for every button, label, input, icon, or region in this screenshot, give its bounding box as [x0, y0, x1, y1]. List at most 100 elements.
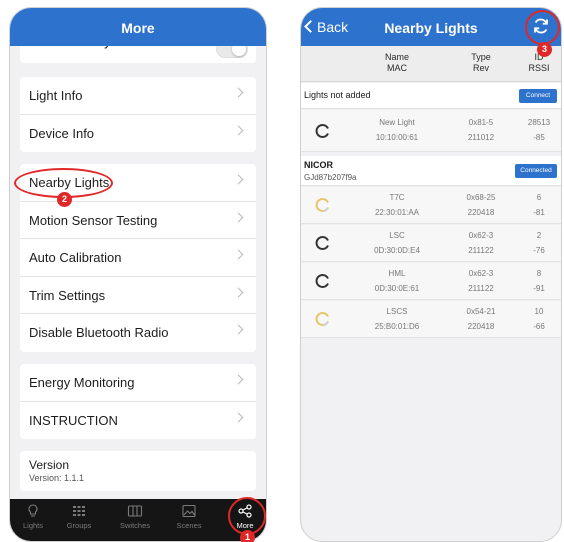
settings-group-info: Light Info Device Info	[20, 77, 256, 152]
row-disable-bluetooth-radio[interactable]: Disable Bluetooth Radio	[20, 314, 256, 352]
row-trim-settings[interactable]: Trim Settings	[20, 277, 256, 314]
loading-spinner-icon	[315, 312, 329, 326]
bulb-icon	[28, 504, 38, 517]
chevron-right-icon	[233, 324, 244, 335]
cell-rssi: -66	[533, 322, 545, 331]
chevron-right-icon	[233, 412, 244, 422]
section-subtitle: GJd87b207f9a	[304, 173, 357, 182]
chevron-right-icon	[233, 125, 244, 135]
table-row[interactable]: LSC 0D:30:0D:E4 0x62-3 211122 2 -76	[301, 225, 561, 262]
loading-spinner-icon	[315, 124, 329, 138]
cell-id: 28513	[527, 118, 551, 127]
table-row[interactable]: T7C 22:30:01:AA 0x68-25 220418 6 -81	[301, 187, 561, 224]
row-auto-calibration[interactable]: Auto Calibration	[20, 239, 256, 277]
cell-type: 0x62-3	[468, 231, 494, 240]
header-type-rev: Type Rev	[471, 52, 491, 73]
chevron-right-icon	[233, 87, 244, 98]
cell-mac: 22:30:01:AA	[374, 208, 420, 217]
cell-rev: 211122	[468, 284, 494, 293]
highlight-refresh-button	[525, 10, 560, 45]
row-label: Light Info	[29, 88, 83, 103]
cell-id: 6	[536, 193, 542, 202]
cell-mac: 25:B0:01:D6	[374, 322, 420, 331]
cell-rev: 211122	[468, 246, 494, 255]
cell-mac: 0D:30:0D:E4	[374, 246, 420, 255]
settings-group-misc: Energy Monitoring INSTRUCTION	[20, 364, 256, 439]
section-lights-not-added: Lights not added Connect	[301, 83, 561, 109]
step-badge-3: 3	[537, 42, 552, 57]
row-label: Device Info	[29, 125, 95, 141]
loading-spinner-icon	[315, 274, 329, 288]
table-row[interactable]: LSCS 25:B0:01:D6 0x54-21 220418 10 -66	[301, 301, 561, 338]
cell-name: LSC	[389, 231, 405, 240]
cell-id: 2	[536, 231, 542, 240]
chevron-right-icon	[233, 287, 244, 297]
switch-icon	[127, 505, 143, 517]
cell-rssi: -91	[533, 284, 545, 293]
cell-rev: 211012	[467, 133, 495, 142]
tab-lights[interactable]: Lights	[10, 503, 56, 530]
row-energy-monitoring[interactable]: Energy Monitoring	[20, 364, 256, 402]
version-card: Version Version: 1.1.1	[20, 451, 256, 491]
row-label: Motion Sensor Testing	[29, 212, 158, 228]
loading-spinner-icon	[315, 236, 329, 250]
chevron-right-icon	[233, 249, 244, 260]
cell-type: 0x62-3	[468, 269, 494, 278]
chevron-right-icon	[233, 174, 244, 185]
connect-button[interactable]: Connect	[519, 89, 557, 103]
row-label: INSTRUCTION	[29, 412, 118, 428]
tab-groups[interactable]: Groups	[56, 503, 102, 530]
section-title: Lights not added	[304, 90, 371, 100]
version-value: Version: 1.1.1	[29, 473, 85, 483]
cell-rssi: -85	[533, 133, 545, 142]
image-icon	[182, 504, 196, 518]
tab-label: Groups	[66, 521, 92, 530]
row-label: Trim Settings	[29, 287, 106, 303]
cell-rev: 220418	[467, 322, 495, 331]
nav-bar: Back Nearby Lights	[301, 8, 561, 46]
tab-switches[interactable]: Switches	[112, 503, 158, 530]
cell-mac: 0D:30:0E:61	[374, 284, 420, 293]
cell-type: 0x54-21	[466, 307, 496, 316]
step-badge-1: 1	[240, 530, 255, 542]
step-badge-2: 2	[57, 192, 72, 207]
version-title: Version	[29, 458, 70, 472]
tab-label: Scenes	[176, 521, 202, 530]
tab-scenes[interactable]: Scenes	[166, 503, 212, 530]
header-name-mac: Name MAC	[384, 52, 409, 73]
row-label: Auto Calibration	[29, 250, 122, 265]
row-light-info[interactable]: Light Info	[20, 77, 256, 115]
cell-name: New Light	[379, 118, 415, 127]
page-title: More	[121, 20, 155, 36]
tab-label: Switches	[119, 521, 150, 530]
nearby-lights-screen: Back Nearby Lights Name MAC Type Rev ID RSS…	[300, 7, 562, 542]
more-screen: More Circadian Rhythms Light Info Device…	[9, 7, 267, 542]
row-label: Energy Monitoring	[29, 375, 135, 390]
row-instruction[interactable]: INSTRUCTION	[20, 402, 256, 440]
chevron-right-icon	[233, 212, 244, 222]
row-device-info[interactable]: Device Info	[20, 115, 256, 153]
cell-rssi: -81	[533, 208, 545, 217]
cell-mac: 10:10:00:61	[375, 133, 419, 142]
tab-label: Lights	[22, 521, 43, 530]
row-motion-sensor-testing[interactable]: Motion Sensor Testing	[20, 202, 256, 239]
cell-id: 10	[534, 307, 544, 316]
row-label: Disable Bluetooth Radio	[29, 325, 169, 340]
cell-name: HML	[388, 269, 406, 278]
cell-id: 8	[536, 269, 542, 278]
page-title: Nearby Lights	[384, 20, 478, 36]
table-header: Name MAC Type Rev ID RSSI	[301, 46, 561, 82]
loading-spinner-icon	[315, 198, 329, 212]
cell-type: 0x81-5	[468, 118, 494, 127]
table-row[interactable]: New Light 10:10:00:61 0x81-5 211012 2851…	[301, 110, 561, 152]
grid-icon	[73, 506, 85, 516]
cell-rssi: -76	[533, 246, 545, 255]
section-title: NICOR	[304, 160, 333, 170]
connected-button[interactable]: Connected	[515, 164, 557, 178]
cell-name: LSCS	[386, 307, 408, 316]
cell-rev: 220418	[467, 208, 495, 217]
cell-type: 0x68-25	[466, 193, 496, 202]
table-row[interactable]: HML 0D:30:0E:61 0x62-3 211122 8 -91	[301, 263, 561, 300]
section-nicor: NICOR GJd87b207f9a Connected	[301, 156, 561, 186]
chevron-right-icon	[233, 374, 244, 385]
